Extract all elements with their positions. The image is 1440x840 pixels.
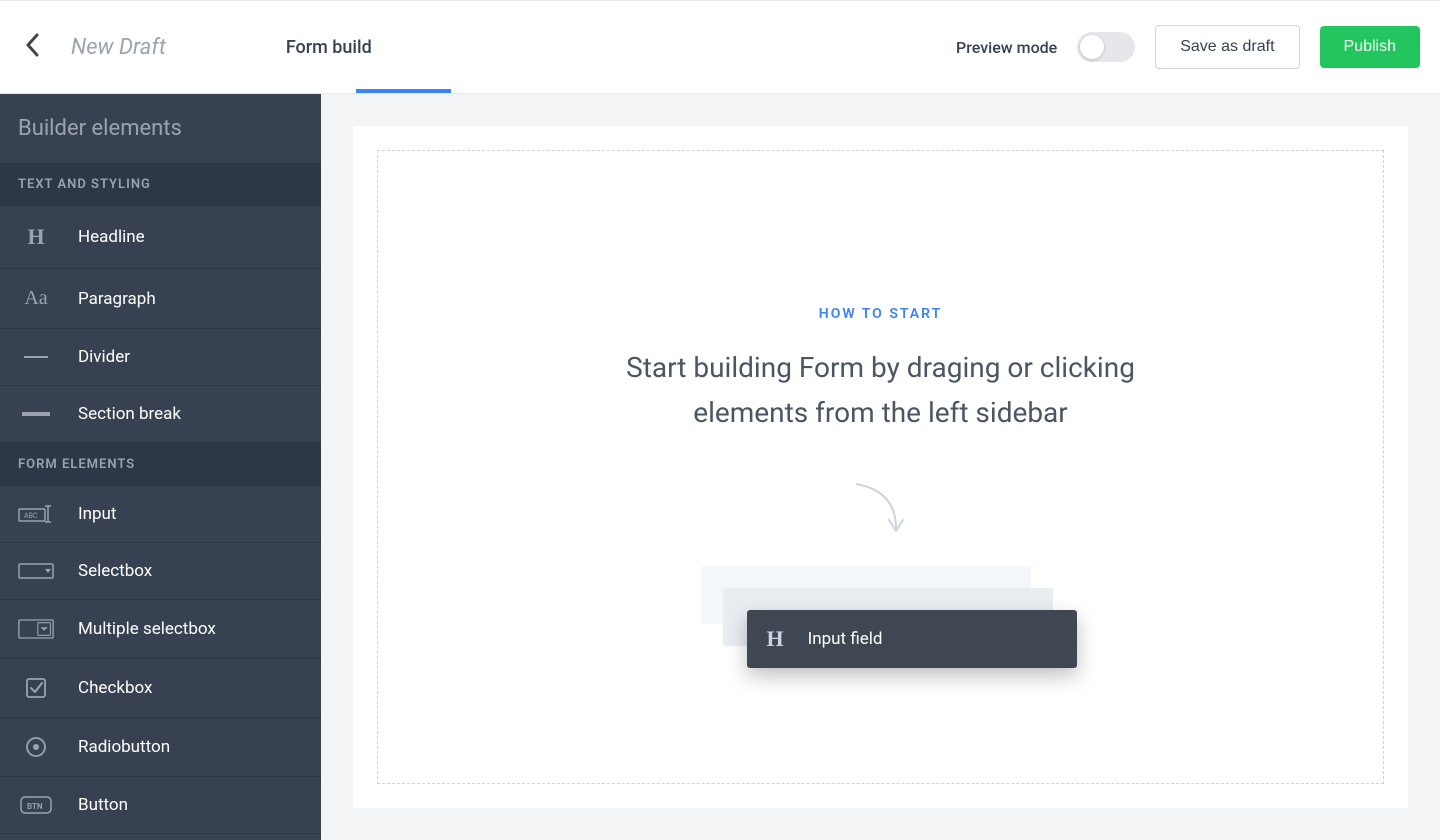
sidebar-group-text-styling: TEXT AND STYLING bbox=[0, 163, 321, 206]
sidebar-item-selectbox[interactable]: Selectbox bbox=[0, 543, 321, 600]
drag-preview-label: Input field bbox=[808, 629, 883, 649]
toggle-knob bbox=[1080, 35, 1104, 59]
sidebar-item-radiobutton[interactable]: Radiobutton bbox=[0, 718, 321, 777]
checkbox-icon bbox=[18, 677, 54, 699]
tab-form-build[interactable]: Form build bbox=[286, 37, 372, 58]
headline-icon: H bbox=[18, 224, 54, 250]
sidebar-item-label: Multiple selectbox bbox=[78, 619, 216, 639]
sidebar-group-hide: HIDE bbox=[0, 834, 321, 840]
page-title: New Draft bbox=[71, 35, 166, 60]
sidebar-item-checkbox[interactable]: Checkbox bbox=[0, 659, 321, 718]
selectbox-icon bbox=[18, 563, 54, 579]
sidebar-item-label: Headline bbox=[78, 227, 145, 247]
sidebar-item-divider[interactable]: Divider bbox=[0, 329, 321, 386]
sidebar-item-multiple-selectbox[interactable]: Multiple selectbox bbox=[0, 600, 321, 659]
button-icon: BTN bbox=[18, 796, 54, 814]
svg-text:BTN: BTN bbox=[27, 802, 43, 811]
save-draft-button[interactable]: Save as draft bbox=[1155, 25, 1299, 69]
drag-preview-card[interactable]: H Input field bbox=[747, 610, 1077, 668]
sidebar-item-headline[interactable]: H Headline bbox=[0, 206, 321, 269]
sidebar-item-button[interactable]: BTN Button bbox=[0, 777, 321, 834]
headline-icon: H bbox=[767, 626, 784, 652]
sidebar-title: Builder elements bbox=[0, 94, 321, 163]
sidebar-item-label: Button bbox=[78, 795, 128, 815]
sidebar-item-label: Checkbox bbox=[78, 678, 152, 698]
sidebar-group-form-elements: FORM ELEMENTS bbox=[0, 443, 321, 486]
input-icon: ABC bbox=[18, 504, 54, 524]
canvas: HOW TO START Start building Form by drag… bbox=[353, 126, 1408, 808]
preview-mode-toggle[interactable] bbox=[1077, 32, 1135, 62]
tab-indicator bbox=[356, 89, 451, 93]
sidebar-item-label: Paragraph bbox=[78, 289, 156, 309]
multiselect-icon bbox=[18, 618, 54, 640]
publish-button[interactable]: Publish bbox=[1320, 26, 1420, 68]
sidebar-item-label: Selectbox bbox=[78, 561, 152, 581]
sidebar-item-paragraph[interactable]: Aa Paragraph bbox=[0, 269, 321, 329]
sidebar-item-label: Input bbox=[78, 504, 117, 524]
sidebar: Builder elements TEXT AND STYLING H Head… bbox=[0, 94, 321, 840]
paragraph-icon: Aa bbox=[18, 287, 54, 310]
drag-preview-stack: H Input field bbox=[701, 566, 1061, 686]
radio-icon bbox=[18, 736, 54, 758]
sidebar-item-label: Section break bbox=[78, 404, 181, 424]
sidebar-item-label: Divider bbox=[78, 347, 130, 367]
section-break-icon bbox=[18, 411, 54, 417]
header: New Draft Form build Preview mode Save a… bbox=[0, 0, 1440, 94]
preview-mode-label: Preview mode bbox=[956, 38, 1057, 57]
sidebar-item-label: Radiobutton bbox=[78, 737, 170, 757]
back-icon[interactable] bbox=[25, 31, 39, 64]
canvas-area: HOW TO START Start building Form by drag… bbox=[321, 94, 1440, 840]
arrow-icon bbox=[841, 476, 921, 546]
svg-text:ABC: ABC bbox=[24, 512, 38, 520]
instruction-heading: Start building Form by draging or clicki… bbox=[581, 346, 1181, 436]
eyebrow-text: HOW TO START bbox=[819, 306, 942, 322]
sidebar-item-input[interactable]: ABC Input bbox=[0, 486, 321, 543]
divider-icon bbox=[18, 355, 54, 359]
dropzone[interactable]: HOW TO START Start building Form by drag… bbox=[377, 150, 1384, 784]
sidebar-item-section-break[interactable]: Section break bbox=[0, 386, 321, 443]
